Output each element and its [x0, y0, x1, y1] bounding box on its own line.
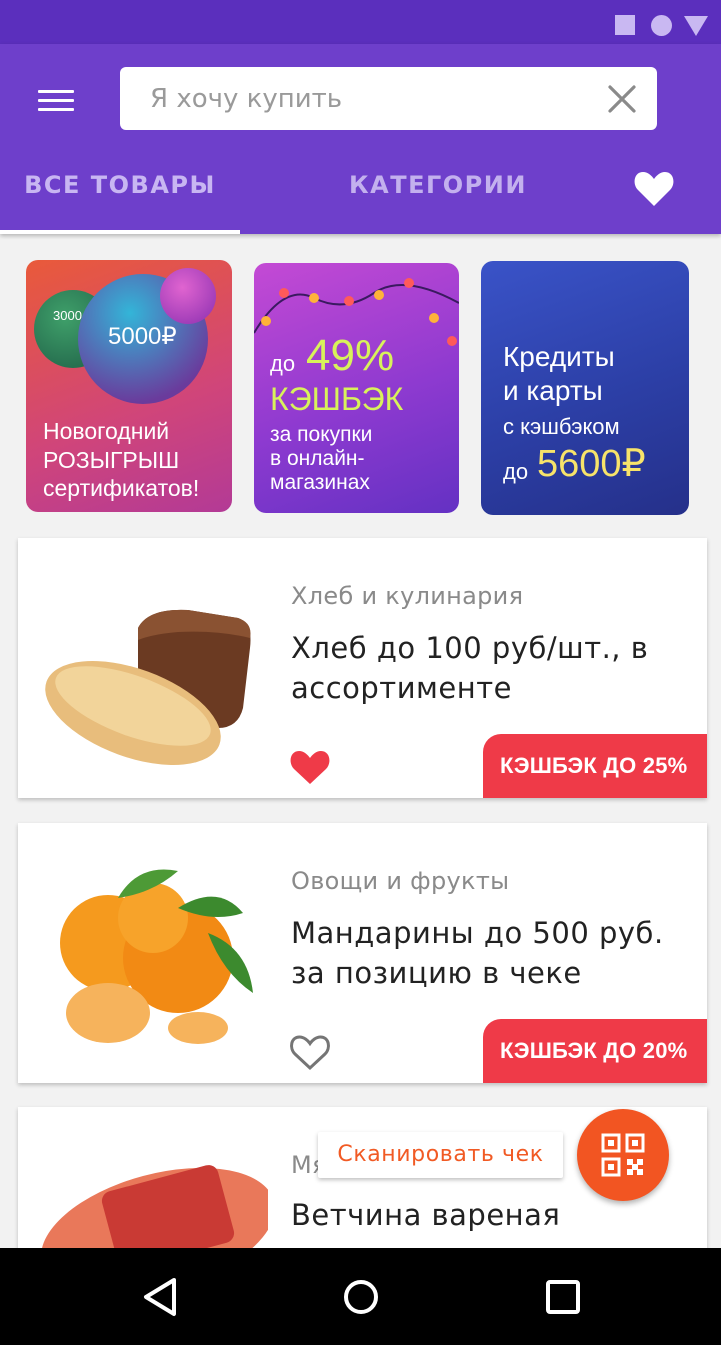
promo-cashback-prefix: до — [270, 351, 296, 376]
offer-card[interactable]: Хлеб и кулинария Хлеб до 100 руб/шт., в … — [18, 538, 707, 798]
heart-outline-icon[interactable] — [288, 1030, 332, 1074]
promo-banner-lottery[interactable]: 3000 5000₽ Новогодний РОЗЫГРЫШ сертифика… — [26, 260, 232, 512]
promo-banner-cashback[interactable]: до 49% КЭШБЭК за покупки в онлайн- магаз… — [254, 263, 459, 513]
offer-title: Ветчина вареная — [291, 1198, 561, 1232]
promo-cashback-line-3: магазинах — [270, 471, 370, 494]
promo-lottery-line-2: РОЗЫГРЫШ — [43, 447, 180, 473]
promo-cashback-line-2: в онлайн- — [270, 447, 365, 470]
promo-lottery-line-3: сертификатов! — [43, 475, 200, 501]
search-input[interactable] — [120, 67, 590, 130]
offer-card[interactable]: Овощи и фрукты Мандарины до 500 руб. за … — [18, 823, 707, 1083]
tangerines-image — [60, 869, 253, 1044]
promo-credit-prefix: до — [503, 459, 529, 484]
promo-ball-small-label: 3000 — [53, 308, 82, 323]
back-icon[interactable] — [136, 1272, 186, 1322]
offer-category: Овощи и фрукты — [291, 867, 510, 895]
qr-code-icon — [601, 1133, 645, 1177]
search-box — [120, 67, 657, 130]
tab-categories[interactable]: КАТЕГОРИИ — [300, 164, 576, 234]
home-icon[interactable] — [336, 1272, 386, 1322]
tab-favorites-heart-icon[interactable] — [630, 164, 678, 212]
offer-title: Мандарины до 500 руб. за позицию в чеке — [291, 916, 664, 990]
scan-receipt-label[interactable]: Сканировать чек — [318, 1132, 563, 1178]
heart-filled-icon[interactable] — [288, 745, 332, 789]
close-icon[interactable] — [605, 82, 639, 116]
promo-credit-line-1: Кредиты — [503, 341, 615, 372]
system-nav-bar — [0, 1248, 721, 1345]
app-bar: ВСЕ ТОВАРЫ КАТЕГОРИИ — [0, 44, 721, 234]
tab-all-products[interactable]: ВСЕ ТОВАРЫ — [0, 164, 240, 234]
promo-credit-line-2: и карты — [503, 375, 603, 406]
offer-category: Хлеб и кулинария — [291, 582, 524, 610]
status-bar — [0, 0, 721, 44]
offer-title: Хлеб до 100 руб/шт., в ассортименте — [291, 631, 649, 705]
promo-credit-line-3: с кэшбэком — [503, 414, 620, 439]
scan-receipt-button[interactable] — [577, 1109, 669, 1201]
status-square-icon — [615, 15, 635, 35]
recents-icon[interactable] — [538, 1272, 588, 1322]
promo-carousel: 3000 5000₽ Новогодний РОЗЫГРЫШ сертифика… — [0, 258, 721, 518]
promo-cashback-line-1: за покупки — [270, 423, 373, 446]
cashback-badge: КЭШБЭК ДО 25% — [483, 734, 707, 798]
promo-cashback-percent: 49% — [306, 331, 395, 380]
menu-icon[interactable] — [30, 86, 82, 120]
cashback-badge: КЭШБЭК ДО 20% — [483, 1019, 707, 1083]
promo-lottery-line-1: Новогодний — [43, 418, 170, 444]
bread-image — [45, 609, 251, 765]
status-triangle-icon — [684, 16, 708, 36]
tab-indicator — [0, 230, 240, 234]
ornament-snowman — [160, 268, 216, 324]
promo-banner-credit-cards[interactable]: Кредиты и карты с кэшбэком до 5600₽ — [481, 261, 689, 515]
promo-cashback-headline: КЭШБЭК — [270, 381, 404, 417]
promo-ball-big-label: 5000₽ — [108, 323, 177, 350]
status-circle-icon — [651, 15, 672, 36]
promo-credit-amount: 5600₽ — [537, 443, 646, 485]
